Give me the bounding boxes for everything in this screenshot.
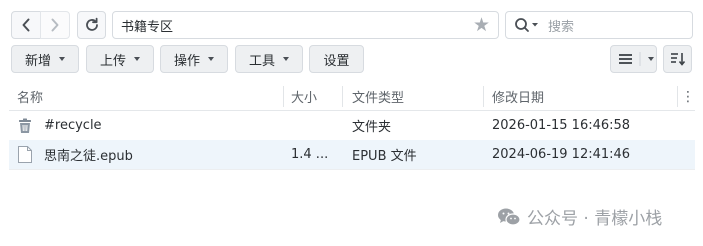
file-modified: 2026-01-15 16:46:58 xyxy=(492,118,631,133)
star-icon[interactable]: ★ xyxy=(473,15,490,35)
table-row[interactable]: #recycle 文件夹 2026-01-15 16:46:58 xyxy=(9,111,695,141)
sort-icon xyxy=(670,53,685,66)
wechat-icon xyxy=(498,208,521,226)
chevron-down-icon xyxy=(648,57,654,61)
back-button[interactable] xyxy=(11,11,41,39)
file-size: 1.4 ... xyxy=(291,147,329,162)
chevron-down-icon xyxy=(283,57,289,61)
column-header-name[interactable]: 名称 xyxy=(17,83,287,110)
create-button-label: 新增 xyxy=(24,53,51,69)
watermark-text: 公众号 · 青檬小栈 xyxy=(527,209,663,229)
recycle-bin-icon xyxy=(17,111,33,140)
list-view-icon xyxy=(619,52,641,66)
forward-button[interactable] xyxy=(40,11,70,39)
column-options-icon[interactable]: ⋮ xyxy=(681,83,695,110)
path-input[interactable]: 书籍专区 ★ xyxy=(112,11,499,39)
chevron-down-icon xyxy=(208,57,214,61)
action-button[interactable]: 操作 xyxy=(160,45,228,73)
search-icon[interactable] xyxy=(514,17,540,33)
chevron-down-icon xyxy=(134,57,140,61)
column-divider[interactable] xyxy=(283,86,284,107)
column-header-size[interactable]: 大小 xyxy=(291,83,341,110)
settings-button-label: 设置 xyxy=(323,53,350,69)
search-input[interactable]: 搜索 xyxy=(505,11,693,39)
create-button[interactable]: 新增 xyxy=(11,45,79,73)
column-header-modified[interactable]: 修改日期 xyxy=(492,83,672,110)
file-name: 思南之徒.epub xyxy=(44,149,133,164)
refresh-icon xyxy=(85,17,98,31)
column-divider[interactable] xyxy=(677,86,678,107)
file-type: 文件夹 xyxy=(352,120,392,135)
search-placeholder: 搜索 xyxy=(548,19,575,35)
sort-button[interactable] xyxy=(663,45,692,73)
upload-button-label: 上传 xyxy=(99,53,126,69)
chevron-right-icon xyxy=(51,18,59,32)
column-header-type[interactable]: 文件类型 xyxy=(352,83,482,110)
chevron-down-icon xyxy=(59,57,65,61)
tools-button[interactable]: 工具 xyxy=(235,45,303,73)
column-divider[interactable] xyxy=(342,86,343,107)
path-text: 书籍专区 xyxy=(121,19,174,35)
file-modified: 2024-06-19 12:41:46 xyxy=(492,147,631,162)
watermark: 公众号 · 青檬小栈 xyxy=(497,204,662,229)
file-icon xyxy=(18,140,32,169)
refresh-button[interactable] xyxy=(77,11,106,39)
settings-button[interactable]: 设置 xyxy=(309,45,364,73)
table-row[interactable]: 思南之徒.epub 1.4 ... EPUB 文件 2024-06-19 12:… xyxy=(9,140,695,170)
table-header: 名称 大小 文件类型 修改日期 ⋮ xyxy=(9,83,695,111)
file-name: #recycle xyxy=(44,118,102,133)
view-mode-button[interactable] xyxy=(610,45,657,73)
chevron-left-icon xyxy=(22,18,30,32)
tools-button-label: 工具 xyxy=(248,53,275,69)
action-button-label: 操作 xyxy=(173,53,200,69)
upload-button[interactable]: 上传 xyxy=(86,45,154,73)
file-type: EPUB 文件 xyxy=(352,149,417,164)
column-divider[interactable] xyxy=(483,86,484,107)
